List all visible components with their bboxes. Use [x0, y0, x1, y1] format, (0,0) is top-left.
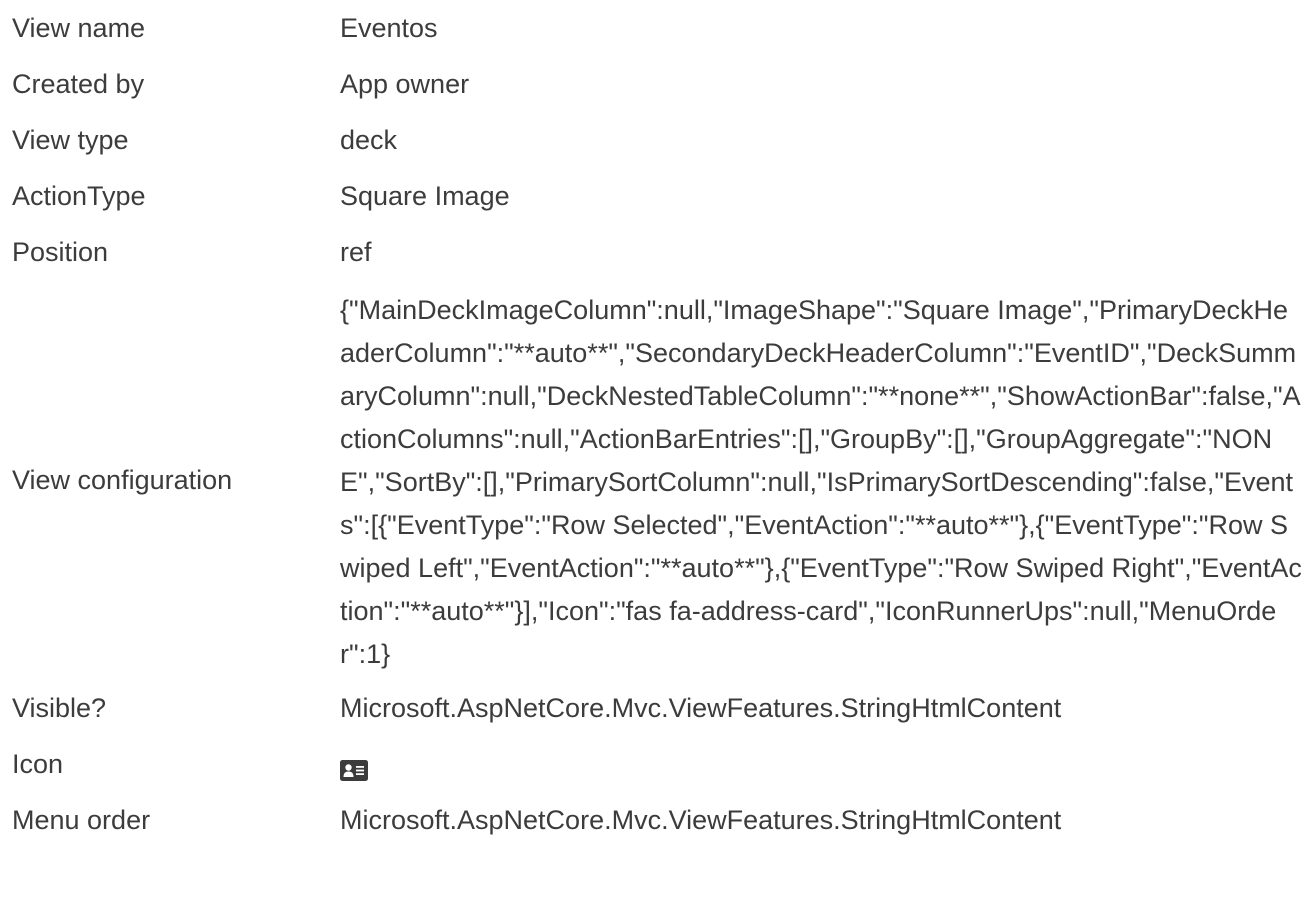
action-type-label: ActionType [12, 181, 146, 211]
row-created-by: Created by App owner [12, 56, 1302, 112]
action-type-value: Square Image [340, 181, 510, 211]
row-icon: Icon [12, 736, 1302, 792]
created-by-label: Created by [12, 69, 145, 99]
view-configuration-label: View configuration [12, 465, 233, 495]
row-view-configuration: View configuration {"MainDeckImageColumn… [12, 280, 1302, 680]
menu-order-value: Microsoft.AspNetCore.Mvc.ViewFeatures.St… [340, 805, 1062, 835]
visible-label: Visible? [12, 693, 107, 723]
view-configuration-value: {"MainDeckImageColumn":null,"ImageShape"… [340, 295, 1302, 669]
row-position: Position ref [12, 224, 1302, 280]
position-value: ref [340, 237, 372, 267]
position-label: Position [12, 237, 109, 267]
address-card-icon [340, 753, 368, 782]
row-action-type: ActionType Square Image [12, 168, 1302, 224]
row-menu-order: Menu order Microsoft.AspNetCore.Mvc.View… [12, 792, 1302, 848]
icon-value [340, 736, 1302, 792]
view-type-label: View type [12, 125, 129, 155]
view-type-value: deck [340, 125, 398, 155]
row-view-type: View type deck [12, 112, 1302, 168]
row-view-name: View name Eventos [12, 0, 1302, 56]
icon-label: Icon [12, 749, 64, 779]
view-name-value: Eventos [340, 13, 438, 43]
view-properties-table: View name Eventos Created by App owner V… [12, 0, 1302, 848]
menu-order-label: Menu order [12, 805, 151, 835]
visible-value: Microsoft.AspNetCore.Mvc.ViewFeatures.St… [340, 693, 1062, 723]
view-name-label: View name [12, 13, 146, 43]
created-by-value: App owner [340, 69, 470, 99]
row-visible: Visible? Microsoft.AspNetCore.Mvc.ViewFe… [12, 680, 1302, 736]
